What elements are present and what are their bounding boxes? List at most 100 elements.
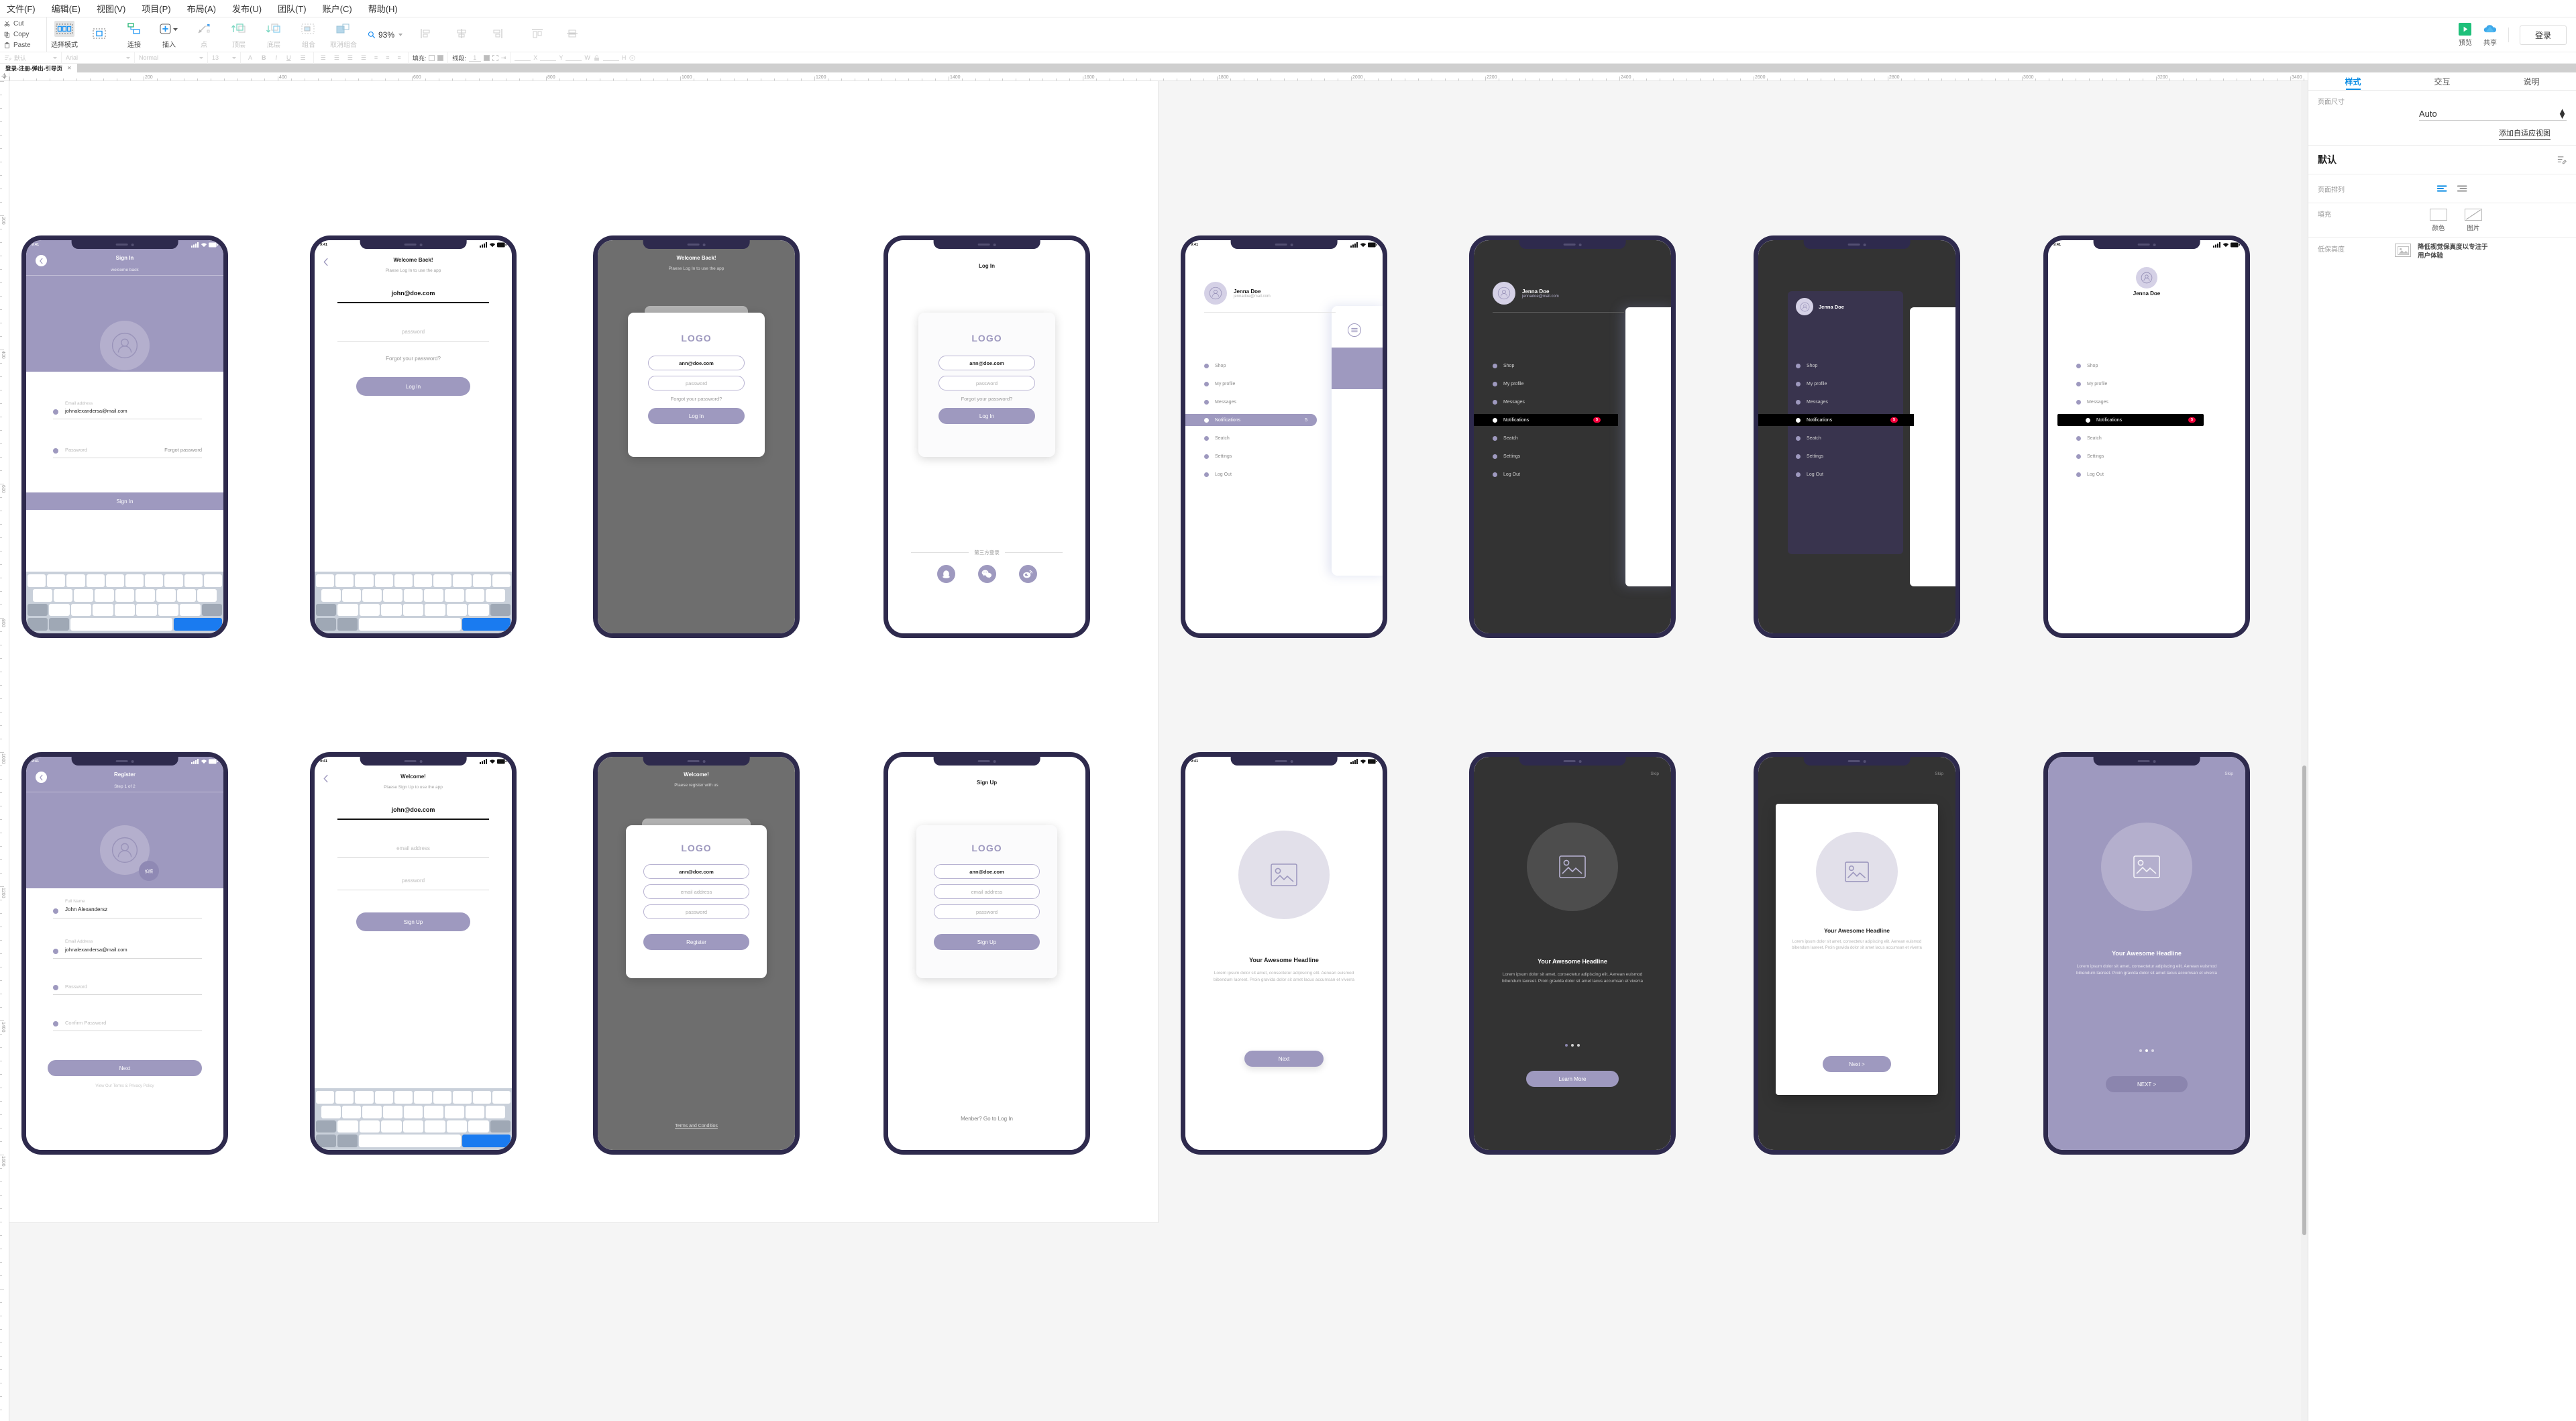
menu-item-notifications[interactable]: Notifications 5 [1474,414,1618,426]
hamburger-icon[interactable] [1348,323,1361,337]
rotate-icon[interactable] [629,54,636,62]
valign-middle-button[interactable]: ≡ [383,54,392,61]
menu-item-messages[interactable]: Messages [1185,396,1383,408]
fill-control[interactable]: 填充: [409,52,449,64]
register-card[interactable]: LOGO ann@doe.com email address password … [626,825,767,978]
wechat-icon[interactable] [977,565,996,583]
email-value[interactable]: john@doe.com [315,290,512,297]
menu-item-help[interactable]: 帮助(H) [368,2,398,15]
screen-onboarding-sheet[interactable]: Skip Your Awesome Headline Lorem ipsum d… [1754,752,1960,1155]
login-card[interactable]: LOGO ann@doe.com password Forgot your pa… [918,313,1055,457]
menu-item-notifications[interactable]: Notifications 5 [1758,414,1914,426]
menu-item-messages[interactable]: Messages [2048,396,2245,408]
screen-login-social[interactable]: Log In LOGO ann@doe.com password Forgot … [883,235,1090,638]
menu-item-my-profile[interactable]: My profile [1474,378,1671,390]
login-button[interactable]: Log In [356,377,470,396]
screen-drawer-dark-overlay[interactable]: Jenna Doe Shop My profile Messages Notif… [1754,235,1960,638]
h-input[interactable] [602,55,619,61]
menu-item-settings[interactable]: Settings [1474,450,1671,462]
screen-welcome-signup[interactable]: 9:41 Welcome! Plaese Sign Up to use the … [310,752,517,1155]
terms-link[interactable]: Terms and Conditios [598,1124,795,1128]
email-field[interactable]: ann@doe.com [648,356,745,370]
tab-interaction[interactable]: 交互 [2398,72,2487,90]
dot-2[interactable] [2145,1049,2148,1052]
page-tab[interactable]: 登录-注册-弹出-引导页 ✕ [0,64,77,72]
password-placeholder[interactable]: password [315,878,512,884]
pagination-dots[interactable] [1474,1044,1671,1047]
qq-icon[interactable] [936,565,955,583]
email-field[interactable]: ann@doe.com [938,356,1035,370]
arrange-right-icon[interactable] [2457,184,2469,193]
canvas-area[interactable]: 200 400 600 800 1000 1200 1400 1600 1800 2000 2200… [0,72,2308,1421]
password-placeholder[interactable]: password [315,329,512,335]
align-right-button[interactable]: ☰ [345,54,356,62]
menu-item-layout[interactable]: 布局(A) [187,2,216,15]
menu-item-my-profile[interactable]: My profile [1185,378,1383,390]
close-icon[interactable]: ✕ [67,65,72,71]
select-mode-button[interactable]: 选择模式 [47,17,82,52]
go-to-login-link[interactable]: Menber? Go to Log In [888,1116,1085,1122]
w-input[interactable] [566,55,582,61]
forgot-password-link[interactable]: Forgot password [164,447,202,453]
menu-item-notifications[interactable]: Notifications 5 [1185,414,1317,426]
fill-swatch[interactable] [429,54,435,61]
terms-link[interactable]: View Our Terms & Privacy Policy [26,1084,223,1088]
screen-sign-in-keyboard[interactable]: 9:41 Sign In welcome back Email address … [21,235,228,638]
name-value[interactable]: John Alexandersz [65,906,107,912]
bold-button[interactable]: B [258,54,270,61]
menu-item-publish[interactable]: 发布(U) [232,2,262,15]
tab-style[interactable]: 样式 [2308,72,2398,90]
screen-welcome-back-login[interactable]: 9:41 Welcome Back! Plaese Log In to use … [310,235,517,638]
dot-1[interactable] [1565,1044,1568,1047]
password-placeholder[interactable]: Password [65,984,87,990]
menu-item-search[interactable]: Seatch [1474,432,1671,444]
forgot-password-link[interactable]: Forgot your password? [315,356,512,362]
line-color-swatch[interactable] [483,54,490,61]
share-button[interactable]: 共享 [2483,23,2498,47]
screen-register-keyboard[interactable]: 9:41 Register Step 1 of 2 拍照 Full Name J… [21,752,228,1155]
tab-notes[interactable]: 说明 [2487,72,2576,90]
menu-item-file[interactable]: 文件(F) [7,2,36,15]
menu-item-view[interactable]: 视图(V) [97,2,125,15]
next-button[interactable]: Next > [1823,1056,1891,1072]
dot-2[interactable] [1571,1044,1574,1047]
align-left-button[interactable]: ☰ [318,54,329,62]
canvas-vertical-scrollbar[interactable] [2301,81,2308,1421]
fill-image-option[interactable]: 图片 [2465,209,2482,232]
menu-item-notifications[interactable]: Notifications 5 [2057,414,2204,426]
password-field[interactable]: password [648,376,745,390]
keyboard[interactable] [26,572,223,633]
skip-button[interactable]: Skip [1935,772,1943,776]
menu-item-log-out[interactable]: Log Out [1185,468,1383,480]
menu-item-messages[interactable]: Messages [1474,396,1671,408]
menu-item-messages[interactable]: Messages [1758,396,1955,408]
screen-onboarding-dark[interactable]: Skip Your Awesome Headline Lorem ipsum d… [1469,752,1676,1155]
login-button[interactable]: 登录 [2519,25,2567,45]
login-button[interactable]: Log In [648,408,745,424]
menu-item-my-profile[interactable]: My profile [1758,378,1955,390]
line-style-swatch[interactable] [492,54,498,61]
single-select-button[interactable] [82,17,117,52]
ruler-origin-icon[interactable] [0,72,9,81]
edit-style-icon[interactable] [2557,155,2567,165]
align-top-button[interactable] [520,17,555,52]
paste-button[interactable]: Paste [4,41,46,50]
next-button[interactable]: Next [1244,1051,1324,1067]
menu-item-team[interactable]: 团队(T) [278,2,307,15]
y-input[interactable] [540,55,557,61]
menu-item-search[interactable]: Seatch [2048,432,2245,444]
screen-onboarding-light[interactable]: 9:41 Your Awesome Headline Lorem ipsum d… [1181,752,1387,1155]
insert-button[interactable]: 插入 [152,17,186,52]
weibo-icon[interactable] [1018,565,1037,583]
font-weight-selector[interactable]: Normal [135,52,208,64]
fill-opacity-swatch[interactable] [437,54,444,61]
ungroup-button[interactable]: 取消组合 [326,17,361,52]
dot-1[interactable] [2139,1049,2142,1052]
keyboard[interactable] [315,1088,512,1150]
add-adaptive-view-link[interactable]: 添加自适应视图 [2499,127,2551,140]
email-address-field[interactable]: email address [934,884,1040,899]
style-selector[interactable]: 默认 [0,52,62,64]
signup-card[interactable]: LOGO ann@doe.com email address password … [916,825,1057,978]
screen-drawer-light-purple[interactable]: 9:41 Jenna Doe Shop My profile Messages … [2043,235,2250,638]
x-input[interactable] [515,55,531,61]
